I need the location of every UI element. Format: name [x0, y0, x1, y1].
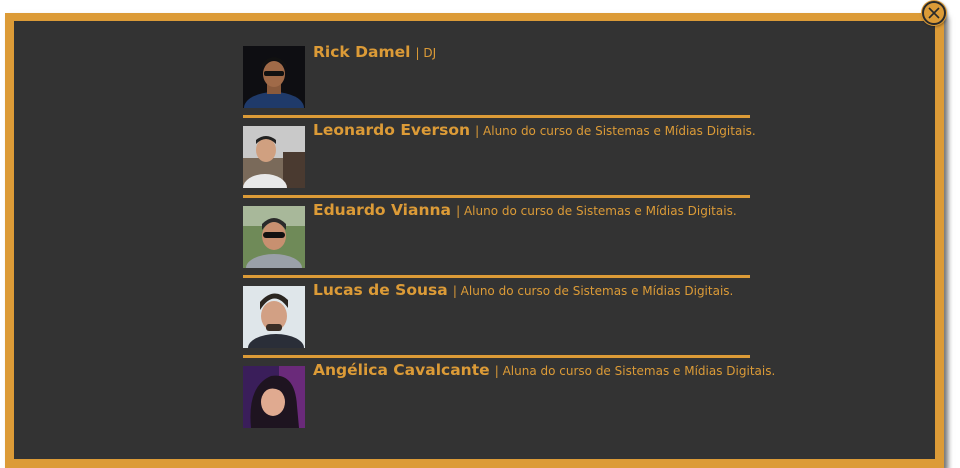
member-role: | DJ [415, 46, 437, 60]
member-info: Leonardo Everson | Aluno do curso de Sis… [313, 120, 756, 139]
close-icon [928, 7, 940, 19]
member-item: Rick Damel | DJ [243, 42, 750, 114]
member-info: Rick Damel | DJ [313, 42, 436, 61]
member-info: Eduardo Vianna | Aluno do curso de Siste… [313, 200, 737, 219]
member-item: Angélica Cavalcante | Aluna do curso de … [243, 354, 775, 434]
member-name: Leonardo Everson [313, 121, 471, 139]
member-list: Rick Damel | DJ Leonardo Everson | Aluno… [243, 42, 775, 434]
member-name: Eduardo Vianna [313, 201, 451, 219]
member-item: Lucas de Sousa | Aluno do curso de Siste… [243, 274, 750, 354]
member-photo [243, 126, 305, 188]
divider [243, 195, 750, 198]
divider [243, 275, 750, 278]
member-info: Angélica Cavalcante | Aluna do curso de … [313, 360, 775, 379]
member-photo [243, 366, 305, 428]
member-role: | Aluno do curso de Sistemas e Mídias Di… [452, 284, 734, 298]
member-item: Leonardo Everson | Aluno do curso de Sis… [243, 114, 756, 194]
member-item: Eduardo Vianna | Aluno do curso de Siste… [243, 194, 750, 274]
member-name: Lucas de Sousa [313, 281, 448, 299]
member-name: Rick Damel [313, 43, 411, 61]
member-photo [243, 46, 305, 108]
member-photo [243, 286, 305, 348]
member-name: Angélica Cavalcante [313, 361, 490, 379]
close-button[interactable] [922, 1, 946, 25]
divider [243, 115, 750, 118]
member-photo [243, 206, 305, 268]
member-role: | Aluno do curso de Sistemas e Mídias Di… [475, 124, 756, 138]
member-role: | Aluna do curso de Sistemas e Mídias Di… [494, 364, 776, 378]
divider [243, 355, 750, 358]
member-role: | Aluno do curso de Sistemas e Mídias Di… [456, 204, 737, 218]
member-info: Lucas de Sousa | Aluno do curso de Siste… [313, 280, 733, 299]
